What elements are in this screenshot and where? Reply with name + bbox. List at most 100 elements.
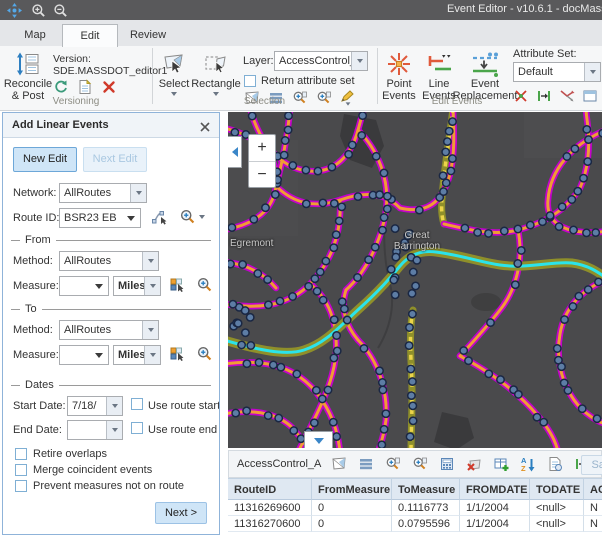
network-dropdown[interactable]: AllRoutes xyxy=(59,183,147,203)
use-route-end-checkbox[interactable] xyxy=(131,422,143,434)
column-header[interactable]: ToMeasure xyxy=(392,478,460,500)
collapse-table-button[interactable] xyxy=(304,431,333,448)
next-edit-button[interactable]: Next Edit xyxy=(83,147,147,172)
chevron-down-icon[interactable] xyxy=(127,216,135,221)
select-button[interactable]: Select xyxy=(156,50,192,96)
add-record-icon[interactable] xyxy=(493,456,509,472)
selection-list-icon[interactable] xyxy=(358,456,374,472)
to-method-label: Method: xyxy=(13,324,53,336)
dropdown-button[interactable] xyxy=(144,277,160,295)
tab-review[interactable]: Review xyxy=(118,24,178,46)
pan-icon[interactable] xyxy=(6,2,22,18)
map-zoom-out-button[interactable]: − xyxy=(249,161,275,187)
to-measure-combo[interactable] xyxy=(59,345,109,365)
column-header[interactable]: FromMeasure xyxy=(312,478,392,500)
retire-overlaps-checkbox[interactable] xyxy=(15,448,27,460)
use-route-start-checkbox[interactable] xyxy=(131,398,143,410)
to-method-value: AllRoutes xyxy=(60,324,142,336)
sort-icon[interactable]: AZ xyxy=(520,456,536,472)
start-date-picker[interactable]: 7/18/ xyxy=(67,396,123,416)
dropdown-button[interactable] xyxy=(106,397,122,415)
new-edit-button[interactable]: New Edit xyxy=(13,147,77,172)
map-canvas[interactable] xyxy=(228,112,602,448)
tab-map[interactable]: Map xyxy=(10,24,60,46)
table-header-row: RouteID FromMeasure ToMeasure FROMDATE T… xyxy=(228,478,602,500)
field-calculator-icon[interactable] xyxy=(439,456,455,472)
column-header[interactable]: RouteID xyxy=(228,478,312,500)
refresh-version-icon[interactable] xyxy=(53,79,69,95)
cell-todate: <null> xyxy=(530,516,584,532)
end-date-picker[interactable] xyxy=(67,420,123,440)
to-zoom-icon[interactable] xyxy=(196,345,212,361)
return-attribute-set-checkbox[interactable] xyxy=(244,75,256,87)
dropdown-button[interactable] xyxy=(144,346,160,364)
dropdown-button[interactable] xyxy=(142,321,158,339)
dropdown-button[interactable] xyxy=(351,52,367,70)
versioning-group-label: Versioning xyxy=(0,96,152,107)
from-units-dropdown[interactable]: Miles xyxy=(113,276,161,296)
offset-event-icon[interactable] xyxy=(536,88,552,104)
from-zoom-icon[interactable] xyxy=(196,276,212,292)
merge-coincident-label: Merge coincident events xyxy=(33,464,152,476)
from-method-dropdown[interactable]: AllRoutes xyxy=(59,251,159,271)
chevron-down-icon xyxy=(357,59,363,63)
from-section-divider: From xyxy=(11,234,211,246)
to-units-value: Miles xyxy=(114,349,144,361)
dropdown-button[interactable] xyxy=(142,252,158,270)
dropdown-button[interactable] xyxy=(106,421,122,439)
delete-version-icon[interactable] xyxy=(101,79,117,95)
event-panel-icon[interactable] xyxy=(582,88,598,104)
reconcile-post-button[interactable]: Reconcile & Post xyxy=(4,50,52,102)
chevron-down-icon[interactable] xyxy=(95,353,103,358)
column-header[interactable]: FROMDATE xyxy=(460,478,530,500)
map-view[interactable]: Egremont Great Barrington + − xyxy=(228,112,602,448)
rectangle-button[interactable]: Rectangle xyxy=(192,50,240,96)
clear-selection-icon[interactable] xyxy=(466,456,482,472)
column-header[interactable]: AC xyxy=(584,478,602,500)
select-route-icon[interactable] xyxy=(151,209,167,225)
from-measure-combo[interactable] xyxy=(59,276,109,296)
table-toolbar: AccessControl_A AZ xyxy=(228,450,602,478)
pan-to-selection-icon[interactable] xyxy=(412,456,428,472)
tab-edit[interactable]: Edit xyxy=(62,24,118,47)
zoom-out-icon[interactable] xyxy=(52,2,68,18)
to-section-divider: To xyxy=(11,303,211,315)
zoom-to-selection-icon[interactable] xyxy=(385,456,401,472)
to-method-dropdown[interactable]: AllRoutes xyxy=(59,320,159,340)
measure-picker-icon[interactable] xyxy=(169,277,185,293)
merge-event-icon[interactable] xyxy=(559,88,575,104)
cell-access: N xyxy=(584,516,602,532)
cell-routeid: 11316269600 xyxy=(228,500,312,516)
close-icon[interactable] xyxy=(199,118,211,130)
collapse-panel-left-button[interactable] xyxy=(228,136,242,168)
chevron-down-icon[interactable] xyxy=(95,284,103,289)
window-title: Event Editor - v10.6.1 - docMassDOT xyxy=(447,3,602,15)
zoom-in-icon[interactable] xyxy=(30,2,46,18)
prevent-measures-checkbox[interactable] xyxy=(15,480,27,492)
table-row[interactable]: 11316269600 0 0.1116773 1/1/2004 <null> … xyxy=(228,500,602,516)
chevron-down-icon xyxy=(136,191,142,195)
table-row[interactable]: 11316270600 0 0.0795596 1/1/2004 <null> … xyxy=(228,516,602,532)
measure-picker-icon[interactable] xyxy=(169,346,185,362)
new-version-icon[interactable] xyxy=(77,79,93,95)
select-features-icon[interactable] xyxy=(331,456,347,472)
table-layer-name: AccessControl_A xyxy=(229,458,331,470)
dropdown-button[interactable] xyxy=(584,63,600,81)
dropdown-button[interactable] xyxy=(130,184,146,202)
next-button[interactable]: Next > xyxy=(155,502,207,524)
to-units-dropdown[interactable]: Miles xyxy=(113,345,161,365)
map-zoom-in-button[interactable]: + xyxy=(249,135,275,161)
cell-tomeasure: 0.0795596 xyxy=(392,516,460,532)
route-zoom-control[interactable] xyxy=(179,208,205,225)
point-events-button[interactable]: Point Events xyxy=(380,50,418,102)
merge-coincident-checkbox[interactable] xyxy=(15,464,27,476)
event-replacement-button[interactable]: Event Replacement xyxy=(455,50,515,102)
column-header[interactable]: TODATE xyxy=(530,478,584,500)
route-id-combo[interactable]: BSR23 EB xyxy=(59,208,141,228)
attribute-set-dropdown[interactable]: Default xyxy=(513,62,601,82)
attribute-page-icon[interactable] xyxy=(547,456,563,472)
layer-dropdown[interactable]: AccessControl_A xyxy=(274,51,368,71)
save-button[interactable]: Save xyxy=(581,455,602,475)
route-id-value: BSR23 EB xyxy=(60,212,122,224)
select-icon xyxy=(163,50,185,78)
